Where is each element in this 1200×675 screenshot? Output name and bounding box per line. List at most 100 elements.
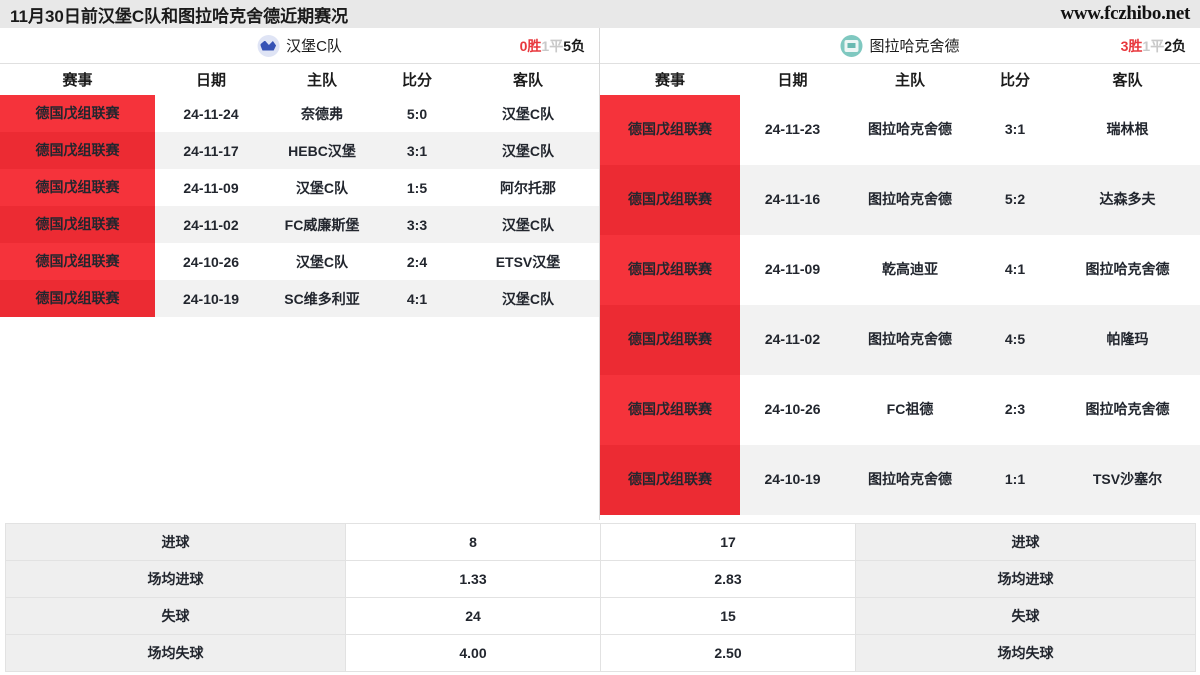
league-badge: 德国戊组联赛 <box>0 95 155 132</box>
right-col-header-league: 赛事 <box>600 64 740 95</box>
right-team-record: 3胜1平2负 <box>1121 36 1186 56</box>
right-col-header-away: 客队 <box>1055 64 1200 95</box>
table-row[interactable]: 德国戊组联赛 24-11-02 FC威廉斯堡 3:3 汉堡C队 <box>0 206 599 243</box>
match-score: 1:1 <box>975 445 1055 515</box>
league-badge: 德国戊组联赛 <box>600 305 740 375</box>
site-url: www.fczhibo.net <box>1060 3 1190 24</box>
left-team-name: 汉堡C队 <box>286 38 342 55</box>
stat-right-label: 场均进球 <box>855 560 1196 598</box>
match-date: 24-11-24 <box>183 105 239 122</box>
stat-right-label: 进球 <box>855 523 1196 561</box>
match-date: 24-11-23 <box>764 121 821 138</box>
table-row[interactable]: 德国戊组联赛 24-11-17 HEBC汉堡 3:1 汉堡C队 <box>0 132 599 169</box>
right-col-header-date: 日期 <box>740 64 845 95</box>
right-team-bar: 图拉哈克舍德 3胜1平2负 <box>600 28 1200 64</box>
panels-container: 汉堡C队 0胜1平5负 赛事 日期 主队 比分 客队 德国戊组联赛 24-11-… <box>0 28 1200 520</box>
match-score: 3:1 <box>1004 121 1026 138</box>
match-date: 24-10-19 <box>740 445 845 515</box>
left-record-losses: 5负 <box>563 37 585 54</box>
match-date: 24-11-09 <box>764 261 821 278</box>
table-row[interactable]: 德国戊组联赛 24-11-24 奈德弗 5:0 汉堡C队 <box>0 95 599 132</box>
away-team: 汉堡C队 <box>457 280 599 317</box>
away-team: 汉堡C队 <box>457 206 599 243</box>
home-team: 乾高迪亚 <box>882 261 938 278</box>
left-team-panel: 汉堡C队 0胜1平5负 赛事 日期 主队 比分 客队 德国戊组联赛 24-11-… <box>0 28 600 520</box>
table-row[interactable]: 德国戊组联赛 24-11-16 图拉哈克舍德 5:2 达森多夫 <box>600 165 1200 235</box>
stat-left-value: 8 <box>345 523 601 561</box>
away-team: 图拉哈克舍德 <box>1085 401 1170 418</box>
stat-right-value: 17 <box>600 523 856 561</box>
away-team: 汉堡C队 <box>457 132 599 169</box>
left-record-draws: 1平 <box>541 37 564 54</box>
match-date: 24-10-26 <box>182 253 240 270</box>
home-team: FC祖德 <box>886 401 934 418</box>
home-team: FC威廉斯堡 <box>267 206 377 243</box>
table-row[interactable]: 德国戊组联赛 24-11-02 图拉哈克舍德 4:5 帕隆玛 <box>600 305 1200 375</box>
match-date: 24-10-19 <box>155 280 267 317</box>
stat-row: 场均进球 1.33 2.83 场均进球 <box>5 560 1196 598</box>
league-badge: 德国戊组联赛 <box>0 243 155 280</box>
away-team: TSV沙塞尔 <box>1055 445 1200 515</box>
stats-comparison: 进球 8 17 进球 场均进球 1.33 2.83 场均进球 失球 24 15 … <box>5 523 1196 672</box>
home-team: 图拉哈克舍德 <box>845 165 975 235</box>
right-team-name: 图拉哈克舍德 <box>869 38 960 55</box>
match-date: 24-10-26 <box>764 401 821 418</box>
right-record-losses: 2负 <box>1164 37 1186 54</box>
stat-left-label: 失球 <box>5 597 346 635</box>
title-bar: 11月30日前汉堡C队和图拉哈克舍德近期赛况 www.fczhibo.net <box>0 0 1200 28</box>
stat-left-value: 24 <box>345 597 601 635</box>
stat-left-value: 4.00 <box>345 634 601 672</box>
right-record-draws: 1平 <box>1142 37 1165 54</box>
match-score: 2:3 <box>1004 401 1026 418</box>
table-row[interactable]: 德国戊组联赛 24-11-23 图拉哈克舍德 3:1 瑞林根 <box>600 95 1200 165</box>
left-team-bar: 汉堡C队 0胜1平5负 <box>0 28 599 64</box>
league-badge: 德国戊组联赛 <box>0 132 155 169</box>
table-row[interactable]: 德国戊组联赛 24-10-19 SC维多利亚 4:1 汉堡C队 <box>0 280 599 317</box>
stat-left-label: 场均失球 <box>5 634 346 672</box>
table-row[interactable]: 德国戊组联赛 24-11-09 乾高迪亚 4:1 图拉哈克舍德 <box>600 235 1200 305</box>
stat-row: 失球 24 15 失球 <box>5 597 1196 635</box>
stats-table: 进球 8 17 进球 场均进球 1.33 2.83 场均进球 失球 24 15 … <box>5 523 1196 672</box>
stat-row: 进球 8 17 进球 <box>5 523 1196 561</box>
match-score: 3:1 <box>377 132 457 169</box>
home-team: 图拉哈克舍德 <box>868 121 952 138</box>
away-team: 瑞林根 <box>1106 121 1149 138</box>
league-badge: 德国戊组联赛 <box>600 165 740 235</box>
left-match-table: 赛事 日期 主队 比分 客队 德国戊组联赛 24-11-24 奈德弗 5:0 汉… <box>0 64 599 317</box>
match-score: 5:0 <box>406 105 428 122</box>
away-team: ETSV汉堡 <box>495 253 561 270</box>
right-record-wins: 3胜 <box>1120 37 1143 54</box>
match-date: 24-11-09 <box>183 179 239 196</box>
league-badge: 德国戊组联赛 <box>0 280 155 317</box>
tura-crest-icon <box>840 34 863 57</box>
home-team: 图拉哈克舍德 <box>845 305 975 375</box>
right-col-header-score: 比分 <box>975 64 1055 95</box>
table-row[interactable]: 德国戊组联赛 24-11-09 汉堡C队 1:5 阿尔托那 <box>0 169 599 206</box>
match-score: 4:1 <box>377 280 457 317</box>
left-col-header-score: 比分 <box>377 64 457 95</box>
away-team: 帕隆玛 <box>1055 305 1200 375</box>
league-badge: 德国戊组联赛 <box>600 235 740 305</box>
page-title: 11月30日前汉堡C队和图拉哈克舍德近期赛况 <box>10 6 349 26</box>
left-record-wins: 0胜 <box>519 37 542 54</box>
home-team: 汉堡C队 <box>295 179 349 196</box>
stat-right-value: 15 <box>600 597 856 635</box>
right-match-table: 赛事 日期 主队 比分 客队 德国戊组联赛 24-11-23 图拉哈克舍德 3:… <box>600 64 1200 515</box>
match-date: 24-11-17 <box>155 132 267 169</box>
stat-right-label: 场均失球 <box>855 634 1196 672</box>
table-row[interactable]: 德国戊组联赛 24-10-19 图拉哈克舍德 1:1 TSV沙塞尔 <box>600 445 1200 515</box>
match-score: 2:4 <box>406 253 428 270</box>
away-team: 达森多夫 <box>1055 165 1200 235</box>
match-score: 4:1 <box>1004 261 1026 278</box>
right-team-identity[interactable]: 图拉哈克舍德 <box>840 34 960 57</box>
right-team-panel: 图拉哈克舍德 3胜1平2负 赛事 日期 主队 比分 客队 德国戊组联赛 24-1… <box>600 28 1200 520</box>
match-score: 3:3 <box>377 206 457 243</box>
table-row[interactable]: 德国戊组联赛 24-10-26 汉堡C队 2:4 ETSV汉堡 <box>0 243 599 280</box>
home-team: 汉堡C队 <box>295 253 349 270</box>
table-row[interactable]: 德国戊组联赛 24-10-26 FC祖德 2:3 图拉哈克舍德 <box>600 375 1200 445</box>
left-col-header-home: 主队 <box>267 64 377 95</box>
stat-left-label: 场均进球 <box>5 560 346 598</box>
left-team-identity[interactable]: 汉堡C队 <box>257 34 342 57</box>
league-badge: 德国戊组联赛 <box>600 375 740 445</box>
match-score: 4:5 <box>975 305 1055 375</box>
